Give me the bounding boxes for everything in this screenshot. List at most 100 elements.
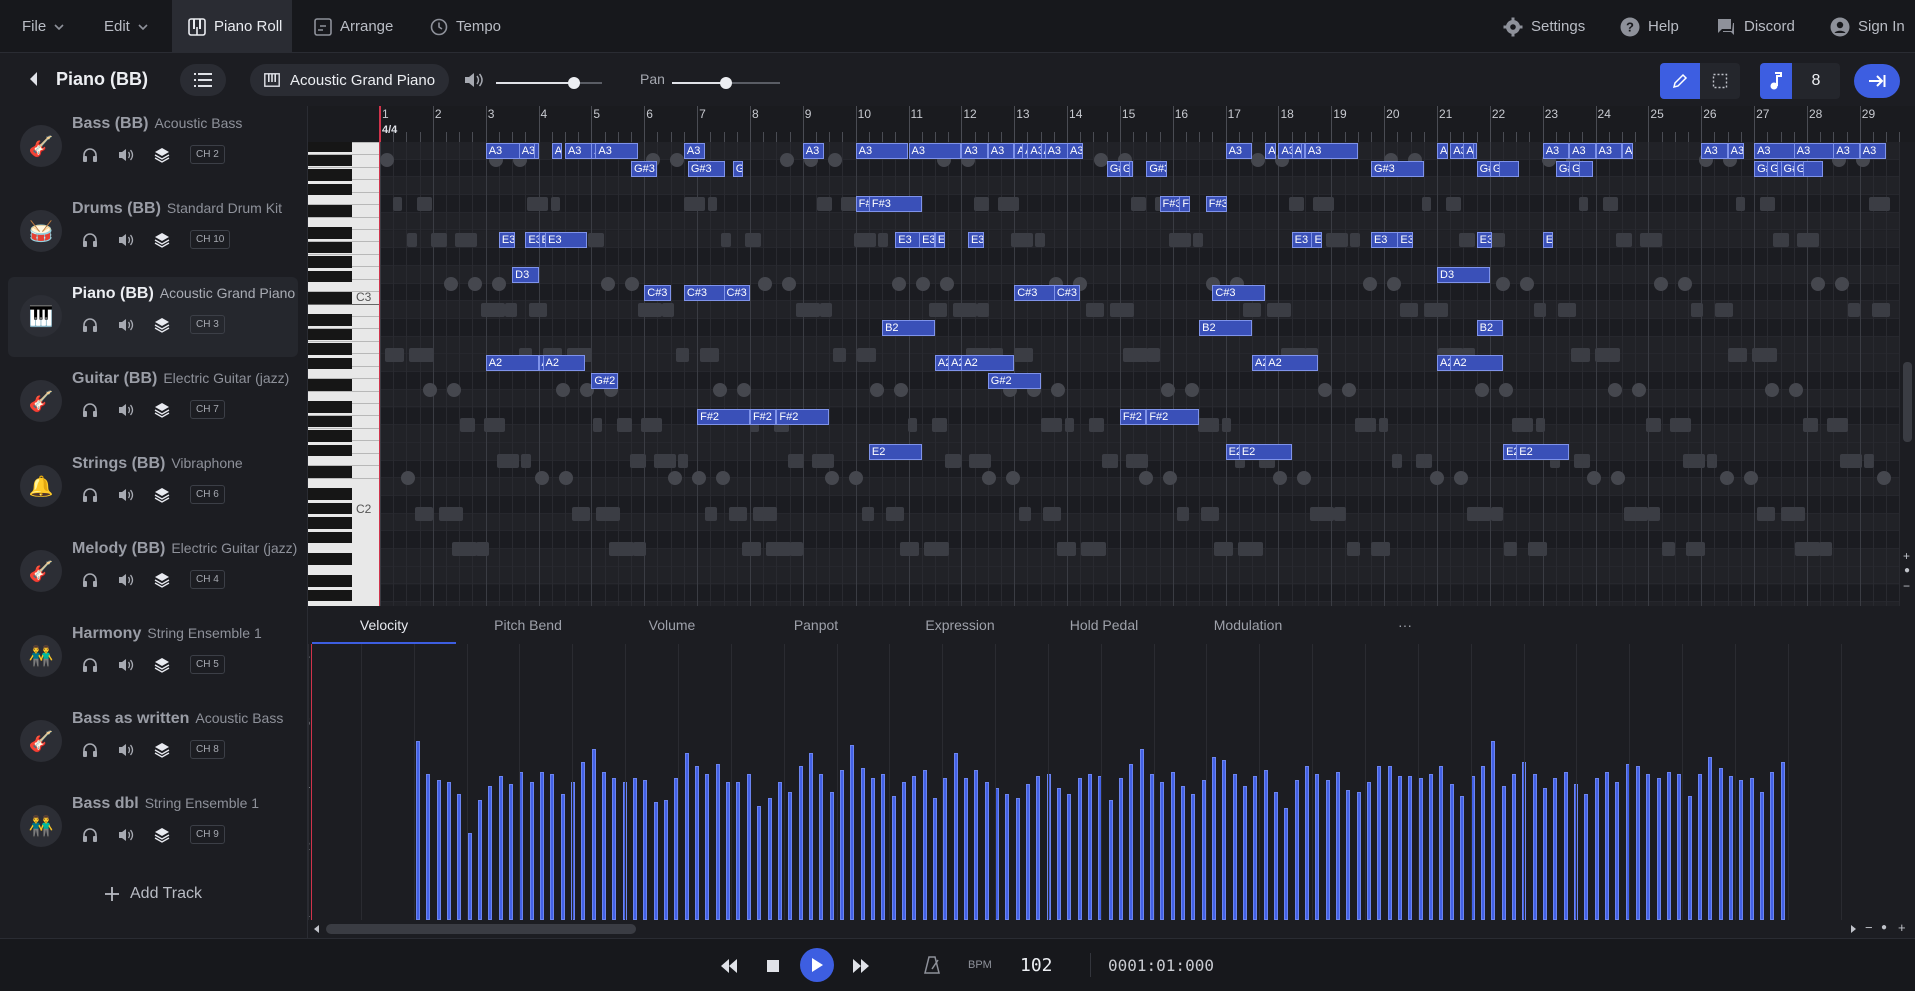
note[interactable]: G#3 <box>1767 160 1778 177</box>
velocity-bar[interactable] <box>436 779 441 920</box>
speaker-icon[interactable] <box>118 828 134 842</box>
velocity-bar[interactable] <box>653 802 658 920</box>
note[interactable]: G#3 <box>631 160 658 177</box>
h-zoom-reset-icon[interactable]: ● <box>1881 922 1887 933</box>
note[interactable]: G#3 <box>687 160 725 177</box>
velocity-bar[interactable] <box>633 777 638 920</box>
velocity-bar[interactable] <box>1181 785 1186 920</box>
velocity-bar[interactable] <box>777 781 782 920</box>
black-key[interactable] <box>308 142 352 152</box>
back-arrow-icon[interactable] <box>28 71 40 87</box>
note[interactable]: A2 <box>961 355 1015 372</box>
note[interactable]: A3 <box>987 143 1015 159</box>
note[interactable]: A3 <box>1542 143 1570 159</box>
white-key[interactable] <box>308 253 380 255</box>
velocity-bar[interactable] <box>1542 787 1547 920</box>
velocity-bar[interactable] <box>1718 767 1723 920</box>
velocity-bar[interactable] <box>416 741 420 920</box>
note[interactable]: E3 <box>1542 231 1553 248</box>
automation-tab[interactable]: Hold Pedal <box>1032 606 1176 644</box>
note[interactable]: F#2 <box>1146 408 1200 425</box>
note[interactable]: A3 <box>1291 143 1302 159</box>
layers-icon[interactable] <box>154 742 170 758</box>
headphones-icon[interactable] <box>82 657 98 673</box>
note[interactable]: E3 <box>919 231 935 248</box>
velocity-bar[interactable] <box>664 800 669 920</box>
track-item[interactable]: 🎸 Bass as written Acoustic Bass CH 8 <box>8 702 298 782</box>
instrument-selector[interactable]: Acoustic Grand Piano <box>250 64 450 96</box>
velocity-bar[interactable] <box>1429 773 1434 920</box>
automation-tab[interactable]: Panpot <box>744 606 888 644</box>
black-key[interactable] <box>308 256 352 268</box>
black-key[interactable] <box>308 401 352 413</box>
add-track-button[interactable]: Add Track <box>104 885 202 903</box>
note[interactable]: G#3 <box>1569 160 1580 177</box>
velocity-bar[interactable] <box>1139 749 1144 920</box>
black-key[interactable] <box>308 589 352 602</box>
velocity-bar[interactable] <box>1677 773 1682 920</box>
bpm-value[interactable]: 102 <box>1020 955 1053 976</box>
automation-tab[interactable]: Pitch Bend <box>456 606 600 644</box>
zoom-out-icon[interactable]: − <box>1903 579 1910 593</box>
velocity-bar[interactable] <box>1563 771 1568 920</box>
black-key[interactable] <box>308 183 352 196</box>
velocity-bar[interactable] <box>1067 794 1072 920</box>
velocity-bar[interactable] <box>767 798 772 920</box>
velocity-bar[interactable] <box>881 773 886 920</box>
note[interactable]: E3 <box>1311 231 1323 248</box>
speaker-icon[interactable] <box>118 403 134 417</box>
velocity-bar[interactable] <box>1284 808 1289 920</box>
speaker-icon[interactable] <box>118 233 134 247</box>
note[interactable]: F#2 <box>776 408 830 425</box>
note[interactable]: F#3 <box>1159 196 1181 213</box>
edit-menu[interactable]: Edit <box>104 0 148 53</box>
black-key[interactable] <box>308 379 352 391</box>
note[interactable]: F#3 <box>1205 196 1227 213</box>
headphones-icon[interactable] <box>82 402 98 418</box>
quantize-note-button[interactable] <box>1760 63 1792 99</box>
black-key[interactable] <box>308 154 352 167</box>
black-key[interactable] <box>308 270 352 283</box>
pencil-tool-button[interactable] <box>1660 63 1700 99</box>
channel-badge[interactable]: CH 7 <box>190 400 225 419</box>
note[interactable]: B2 <box>882 320 935 336</box>
velocity-bar[interactable] <box>953 753 958 920</box>
velocity-pane[interactable]: 1279664321 <box>308 644 1915 920</box>
velocity-bar[interactable] <box>643 779 648 920</box>
velocity-bar[interactable] <box>1170 771 1175 920</box>
velocity-bar[interactable] <box>1036 775 1041 920</box>
velocity-bar[interactable] <box>1315 773 1320 920</box>
velocity-bar[interactable] <box>891 796 896 920</box>
velocity-bar[interactable] <box>819 773 824 920</box>
velocity-bar[interactable] <box>1553 777 1558 920</box>
note[interactable]: E3 <box>1291 231 1313 248</box>
layers-icon[interactable] <box>154 487 170 503</box>
note[interactable]: F#3 <box>868 196 922 213</box>
note[interactable]: G#2 <box>591 373 618 390</box>
layers-icon[interactable] <box>154 572 170 588</box>
velocity-bar[interactable] <box>943 777 948 920</box>
note[interactable]: A3 <box>595 143 638 159</box>
velocity-bar[interactable] <box>963 777 968 920</box>
velocity-bar[interactable] <box>705 773 710 920</box>
white-key[interactable] <box>308 340 380 342</box>
velocity-bar[interactable] <box>467 832 472 920</box>
stop-icon[interactable] <box>767 960 779 972</box>
velocity-bar[interactable] <box>1656 777 1661 920</box>
velocity-bar[interactable] <box>1491 741 1496 920</box>
velocity-bar[interactable] <box>1356 792 1361 920</box>
velocity-bar[interactable] <box>1253 775 1258 920</box>
velocity-bar[interactable] <box>1697 773 1702 920</box>
channel-badge[interactable]: CH 9 <box>190 825 225 844</box>
note[interactable]: A3 <box>855 143 909 159</box>
note[interactable]: E2 <box>1238 443 1292 460</box>
channel-badge[interactable]: CH 2 <box>190 145 225 164</box>
track-item[interactable]: 👬 Bass dbl String Ensemble 1 CH 9 <box>8 787 298 867</box>
headphones-icon[interactable] <box>82 827 98 843</box>
velocity-bar[interactable] <box>1367 781 1372 920</box>
velocity-bar[interactable] <box>1615 781 1620 920</box>
note[interactable]: E3 <box>934 231 945 248</box>
velocity-bar[interactable] <box>1449 783 1454 920</box>
velocity-bar[interactable] <box>1087 773 1092 920</box>
velocity-bar[interactable] <box>1739 779 1744 920</box>
